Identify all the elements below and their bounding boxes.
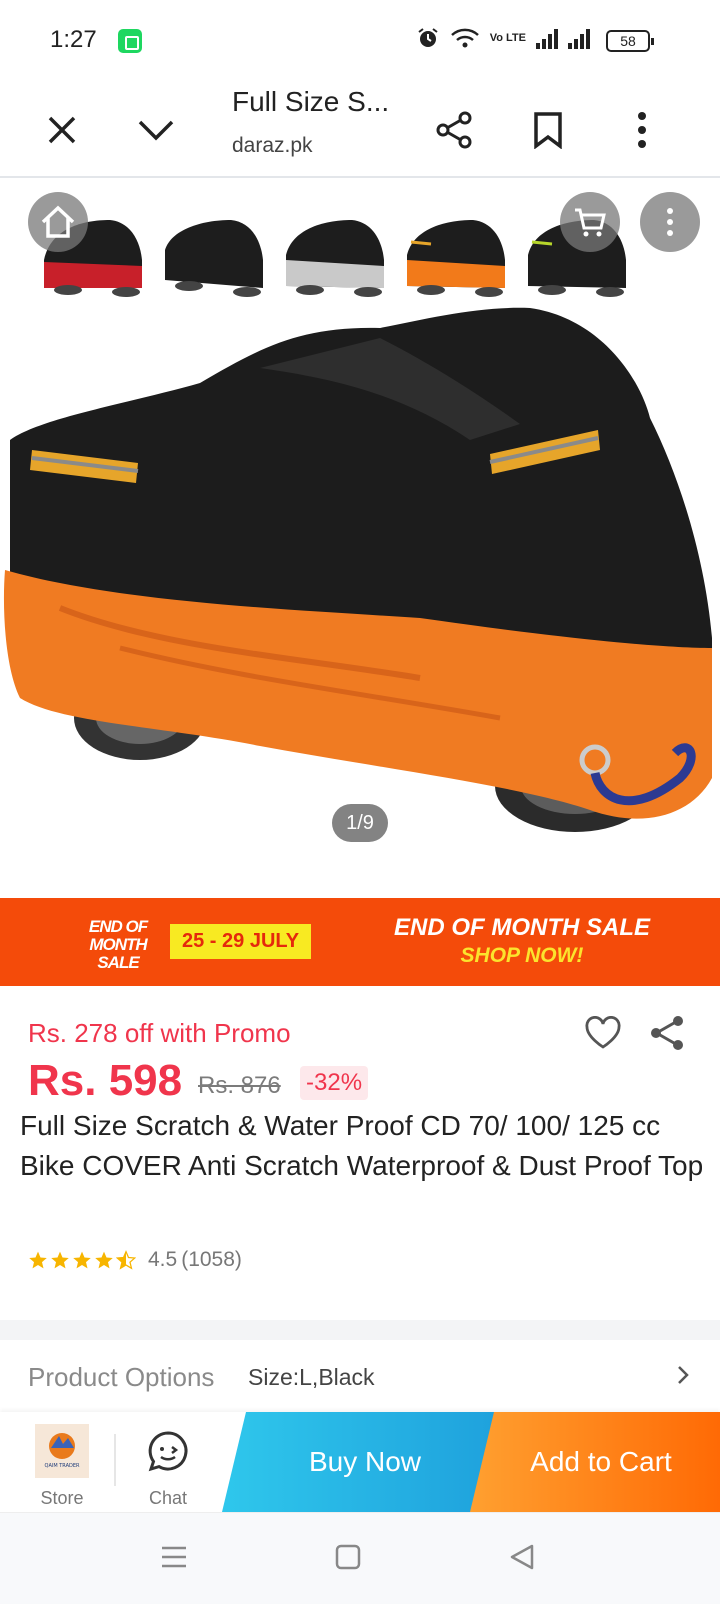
share-product-button[interactable] bbox=[648, 1014, 686, 1057]
home-button[interactable] bbox=[28, 192, 88, 252]
cart-icon bbox=[575, 208, 606, 237]
share-button[interactable] bbox=[426, 102, 482, 158]
square-icon bbox=[335, 1544, 361, 1570]
status-bar: 1:27 Vo LTE 58 bbox=[0, 0, 720, 82]
banner-logo-text: END OF MONTH SALE bbox=[88, 917, 148, 972]
product-info: Rs. 278 off with Promo Rs. 598 Rs. 876 -… bbox=[0, 986, 720, 1320]
alarm-icon bbox=[418, 28, 438, 47]
banner-headline: END OF MONTH SALE bbox=[394, 914, 650, 941]
rating-count: (1058) bbox=[181, 1248, 242, 1271]
chat-label: Chat bbox=[148, 1488, 188, 1508]
original-price: Rs. 876 bbox=[198, 1072, 281, 1099]
product-options-row[interactable]: Product Options Size:L,Black bbox=[0, 1340, 720, 1412]
home-icon bbox=[41, 205, 75, 238]
volte-icon: Vo LTE bbox=[489, 31, 526, 44]
bottom-action-bar: QAIM TRADER Store Chat Buy Now Add to Ca… bbox=[0, 1412, 720, 1512]
product-options-value: Size:L,Black bbox=[248, 1364, 375, 1390]
thumbnail-black[interactable] bbox=[161, 200, 267, 298]
signal-icon-2 bbox=[568, 27, 590, 49]
discount-badge: -32% bbox=[300, 1066, 369, 1100]
sale-banner[interactable]: END OF MONTH SALE 25 - 29 JULY END OF MO… bbox=[0, 898, 720, 986]
system-nav-bar bbox=[0, 1512, 720, 1604]
banner-cta: SHOP NOW! bbox=[460, 944, 584, 967]
rating-summary[interactable]: 4.5 (1058) bbox=[28, 1248, 242, 1272]
star-rating bbox=[28, 1250, 136, 1270]
wishlist-button[interactable] bbox=[584, 1015, 622, 1055]
share-icon bbox=[436, 111, 472, 149]
cart-button[interactable] bbox=[560, 192, 620, 252]
svg-text:QAIM TRADER: QAIM TRADER bbox=[45, 1463, 80, 1469]
share-icon bbox=[651, 1016, 683, 1050]
recent-apps-button[interactable] bbox=[160, 1543, 188, 1576]
store-logo: QAIM TRADER bbox=[35, 1424, 89, 1478]
app-notification-icon bbox=[118, 29, 142, 53]
minimize-button[interactable] bbox=[128, 102, 184, 158]
product-title: Full Size Scratch & Water Proof CD 70/ 1… bbox=[20, 1110, 704, 1181]
signal-icon bbox=[536, 27, 558, 49]
battery-icon: 58 bbox=[606, 30, 654, 52]
product-options-label: Product Options bbox=[28, 1362, 215, 1392]
chevron-right-icon bbox=[676, 1364, 690, 1391]
more-vertical-icon bbox=[638, 112, 646, 148]
more-menu-button[interactable] bbox=[614, 102, 670, 158]
back-triangle-icon bbox=[510, 1544, 534, 1570]
rating-value: 4.5 bbox=[148, 1248, 178, 1271]
store-label: Store bbox=[40, 1488, 84, 1508]
star-icon bbox=[73, 1251, 91, 1269]
thumbnail-orange[interactable] bbox=[403, 200, 509, 298]
action-separator bbox=[114, 1434, 116, 1486]
back-nav-button[interactable] bbox=[508, 1543, 536, 1576]
bookmark-button[interactable] bbox=[520, 102, 576, 158]
banner-headline-block: END OF MONTH SALE SHOP NOW! bbox=[372, 914, 672, 968]
page-url[interactable]: daraz.pk bbox=[232, 134, 313, 158]
chat-icon bbox=[148, 1431, 188, 1472]
page-title[interactable]: Full Size S... bbox=[232, 86, 389, 118]
image-counter: 1/9 bbox=[332, 804, 388, 842]
add-to-cart-button[interactable]: Add to Cart bbox=[470, 1412, 720, 1512]
half-star-icon bbox=[116, 1250, 136, 1270]
star-icon bbox=[95, 1251, 113, 1269]
status-icons: Vo LTE bbox=[416, 26, 590, 50]
banner-dates: 25 - 29 JULY bbox=[170, 924, 312, 959]
heart-icon bbox=[585, 1015, 621, 1049]
store-button[interactable]: QAIM TRADER Store bbox=[32, 1424, 92, 1509]
star-icon bbox=[29, 1251, 47, 1269]
promo-text[interactable]: Rs. 278 off with Promo bbox=[28, 1018, 291, 1049]
menu-icon bbox=[162, 1546, 186, 1568]
thumbnail-strip bbox=[40, 200, 630, 298]
home-nav-button[interactable] bbox=[334, 1543, 362, 1576]
close-tab-button[interactable] bbox=[34, 102, 90, 158]
browser-toolbar: Full Size S... daraz.pk bbox=[0, 82, 720, 178]
chevron-down-icon bbox=[138, 120, 174, 141]
more-options-button[interactable] bbox=[640, 192, 700, 252]
product-gallery[interactable]: 1/9 bbox=[0, 178, 720, 898]
wifi-icon bbox=[450, 28, 479, 48]
bookmark-icon bbox=[534, 112, 562, 149]
section-divider bbox=[0, 1320, 720, 1340]
status-time: 1:27 bbox=[50, 26, 97, 53]
buy-now-button[interactable]: Buy Now bbox=[222, 1412, 508, 1512]
more-vertical-icon bbox=[667, 208, 673, 236]
chat-button[interactable]: Chat bbox=[138, 1424, 198, 1509]
star-icon bbox=[51, 1251, 69, 1269]
close-icon bbox=[48, 116, 76, 144]
thumbnail-silver[interactable] bbox=[282, 200, 388, 298]
current-price: Rs. 598 bbox=[28, 1056, 183, 1105]
